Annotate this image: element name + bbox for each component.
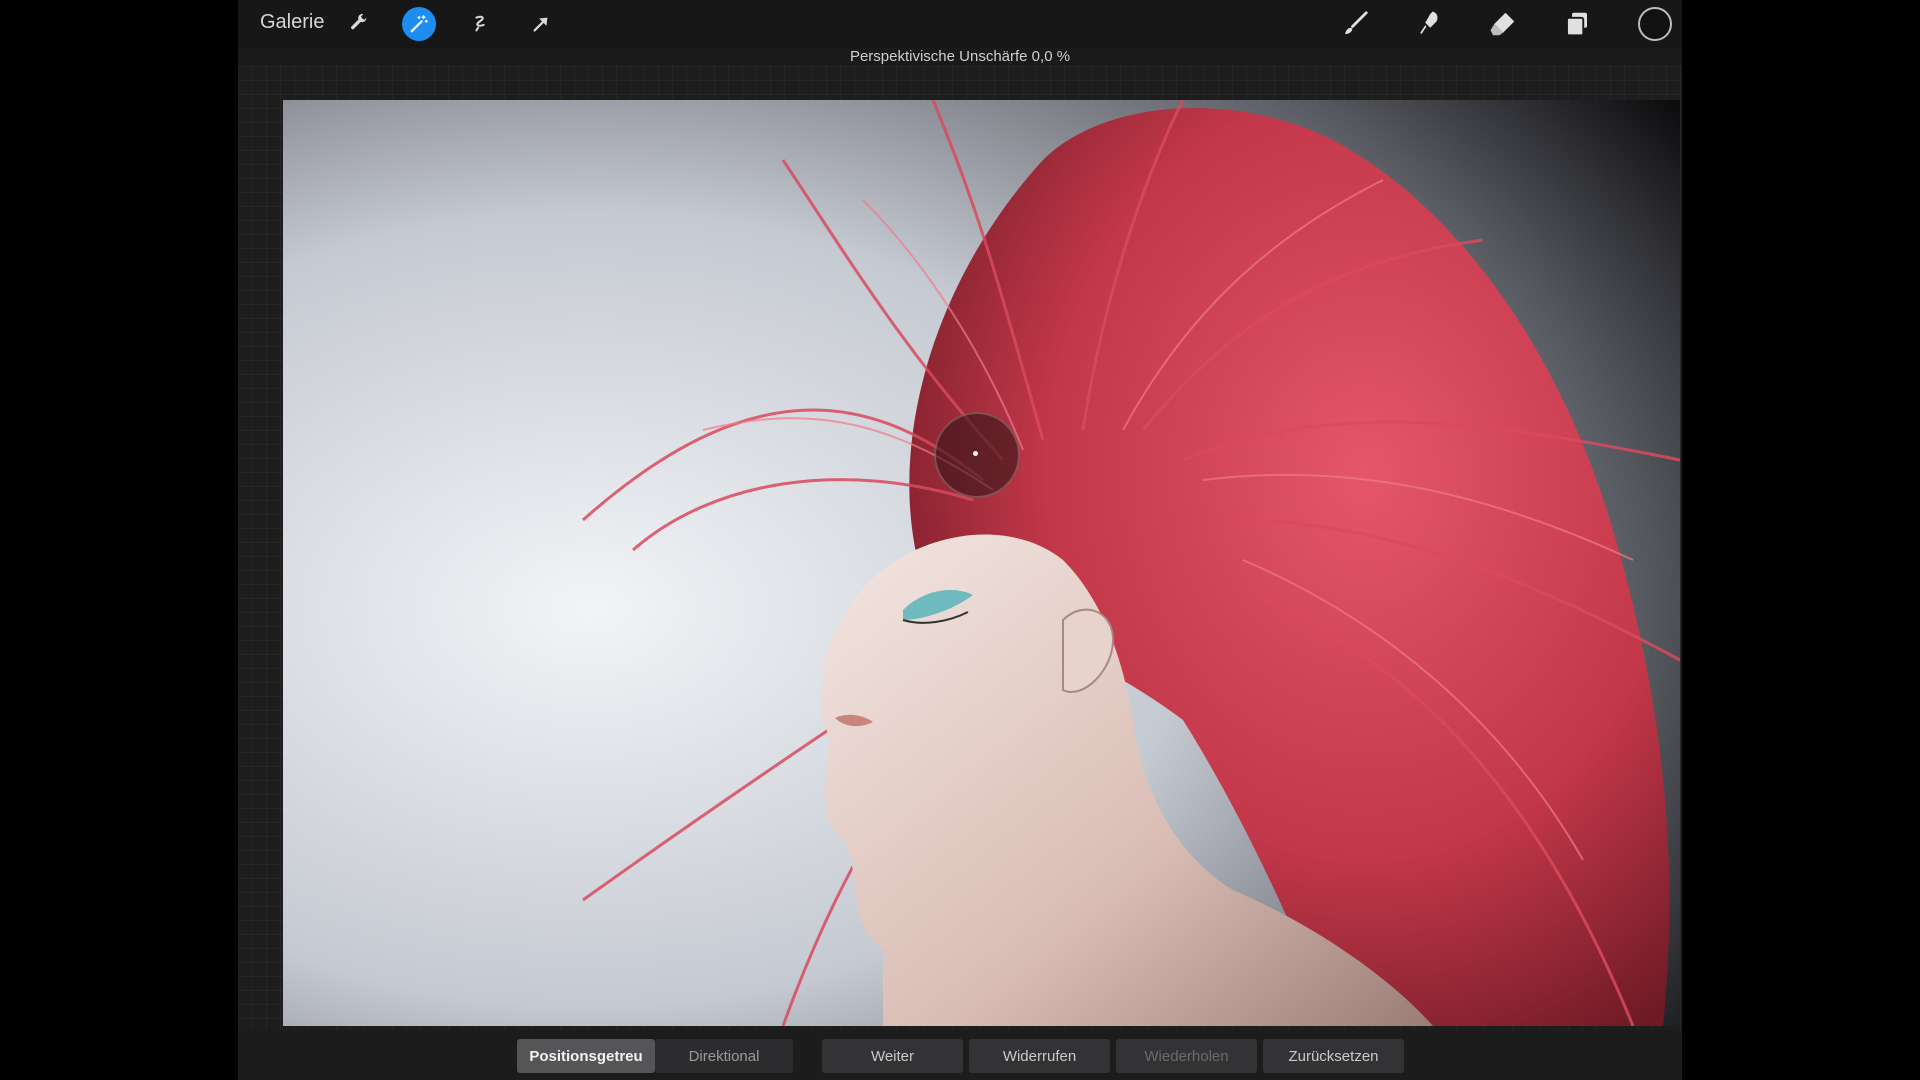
blur-value-readout: Perspektivische Unschärfe 0,0 % [849,48,1071,65]
next-button[interactable]: Weiter [822,1039,963,1073]
undo-button[interactable]: Widerrufen [969,1039,1110,1073]
mode-directional-button[interactable]: Direktional [655,1039,793,1073]
focus-point-icon[interactable] [934,412,1020,498]
transform-arrow-icon[interactable] [524,7,558,41]
reset-button[interactable]: Zurücksetzen [1263,1039,1404,1073]
eraser-icon[interactable] [1486,7,1520,41]
procreate-app: Galerie Perspektivische Unschärfe 0,0 % [238,0,1682,1080]
canvas-photo[interactable] [283,100,1680,1026]
smudge-icon[interactable] [1412,7,1446,41]
gallery-button[interactable]: Galerie [260,11,324,34]
color-swatch[interactable] [1638,7,1672,41]
top-toolbar: Galerie [238,0,1682,48]
bottom-toolbar: Positionsgetreu Direktional Weiter Wider… [238,1030,1682,1080]
wrench-icon[interactable] [342,7,376,41]
magic-wand-icon[interactable] [402,7,436,41]
mode-positional-button[interactable]: Positionsgetreu [517,1039,655,1073]
brush-icon[interactable] [1338,7,1372,41]
selection-icon[interactable] [463,7,497,41]
layers-icon[interactable] [1560,7,1594,41]
redo-button[interactable]: Wiederholen [1116,1039,1257,1073]
focus-point-center [973,451,978,456]
photo-illustration [283,100,1680,1026]
